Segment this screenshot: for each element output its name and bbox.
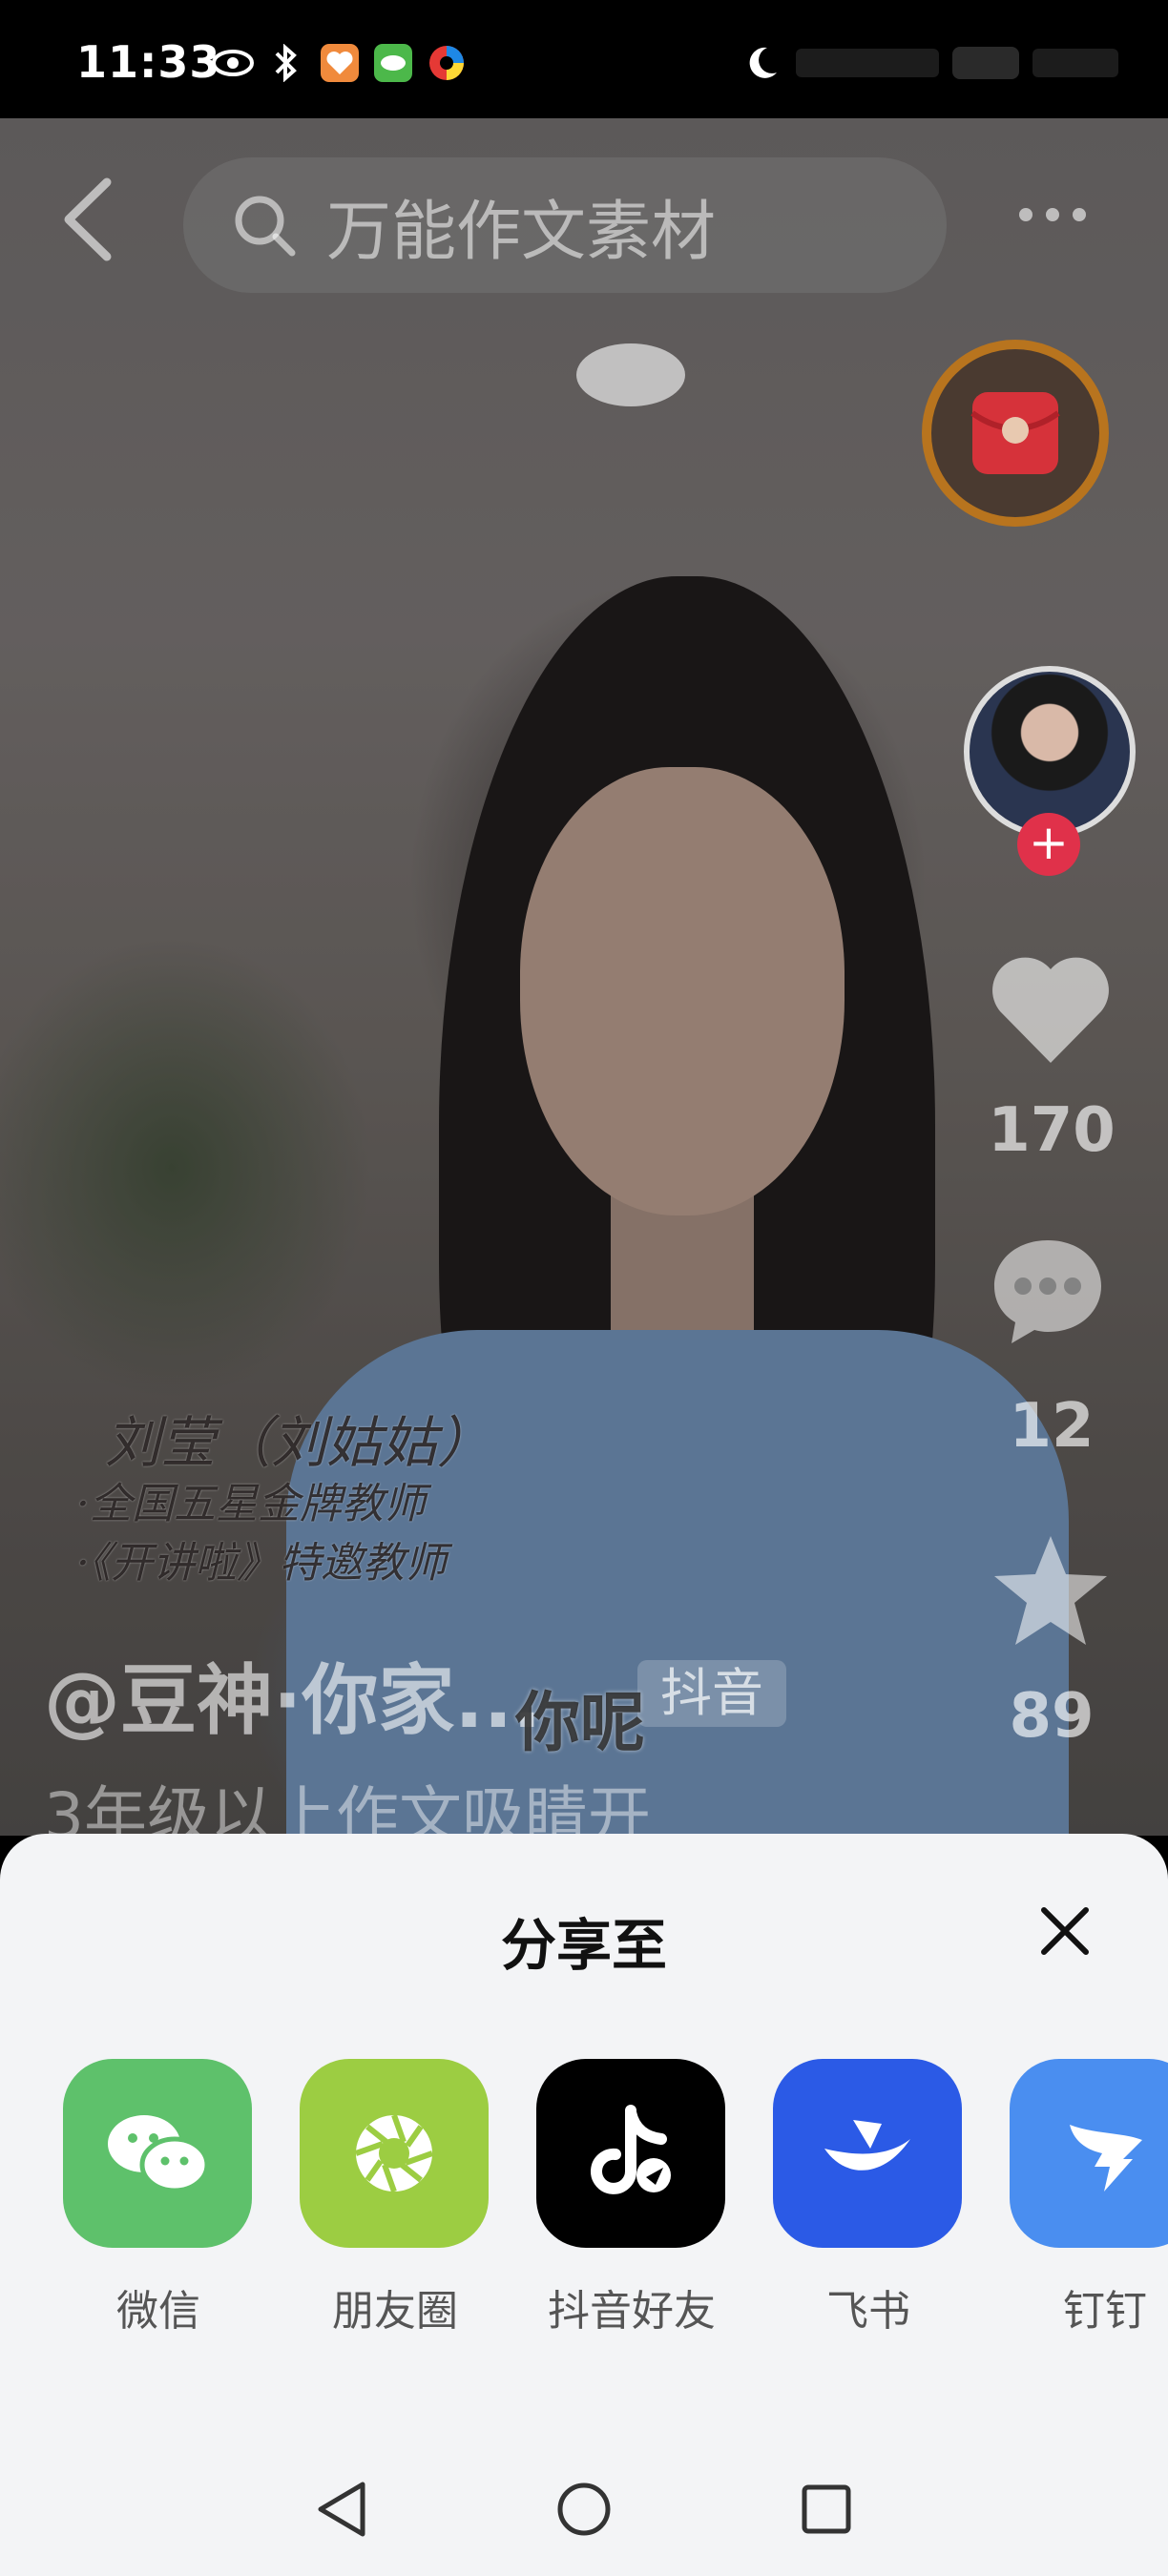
share-label: 微信 — [116, 2287, 200, 2336]
nav-back-button[interactable] — [303, 2471, 380, 2547]
square-recents-icon — [802, 2484, 851, 2534]
health-app-icon — [319, 42, 361, 84]
status-time: 11:33 — [76, 36, 221, 88]
share-target-feishu[interactable]: 飞书 — [773, 2059, 964, 2337]
more-dot-icon — [1046, 208, 1059, 221]
follow-plus-button[interactable]: + — [1017, 813, 1080, 876]
video-subtitle: 你呢 — [515, 1686, 646, 1761]
search-placeholder: 万能作文素材 — [326, 194, 717, 270]
feishu-icon — [773, 2059, 962, 2248]
more-dot-icon — [1073, 208, 1086, 221]
video-overlay-line: ·《开讲啦》特邀教师 — [76, 1539, 447, 1588]
share-target-dingtalk[interactable]: 钉钉 — [1010, 2059, 1168, 2337]
red-packet-button[interactable] — [922, 340, 1109, 527]
share-sheet-title: 分享至 — [500, 1913, 667, 1978]
moments-icon — [300, 2059, 489, 2248]
nav-home-button[interactable] — [546, 2471, 622, 2547]
status-icons-left — [212, 42, 468, 84]
back-button[interactable] — [59, 177, 116, 262]
favorite-count: 89 — [1009, 1681, 1095, 1752]
video-overlay-line: ·全国五星金牌教师 — [76, 1480, 426, 1528]
status-bar: 11:33 — [0, 0, 1168, 118]
dingtalk-icon — [1010, 2059, 1168, 2248]
more-options-button[interactable] — [1019, 196, 1105, 234]
comment-count: 12 — [1009, 1391, 1095, 1462]
star-icon — [994, 1535, 1107, 1645]
douyin-watermark: 抖音 — [637, 1660, 786, 1727]
close-button[interactable] — [1036, 1902, 1094, 1960]
circle-home-icon — [557, 2483, 611, 2536]
cloud-app-icon — [372, 42, 414, 84]
moon-icon — [740, 42, 782, 84]
share-target-moments[interactable]: 朋友圈 — [300, 2059, 490, 2337]
more-dot-icon — [1019, 208, 1032, 221]
colorful-app-icon — [426, 42, 468, 84]
status-icons-right — [740, 42, 1139, 84]
red-envelope-icon — [970, 392, 1060, 474]
share-label: 飞书 — [826, 2287, 910, 2336]
search-input[interactable]: 万能作文素材 — [183, 157, 947, 293]
pill-indicator — [576, 343, 685, 406]
comment-bubble-icon — [994, 1240, 1101, 1343]
comment-button[interactable] — [989, 1231, 1107, 1349]
signal-battery-indicators — [796, 44, 1139, 82]
eye-icon — [212, 42, 254, 84]
share-target-wechat[interactable]: 微信 — [63, 2059, 254, 2337]
share-label: 钉钉 — [1063, 2287, 1147, 2336]
share-label: 朋友圈 — [332, 2287, 458, 2336]
like-button[interactable] — [989, 954, 1113, 1069]
author-avatar[interactable] — [964, 666, 1136, 838]
nav-recents-button[interactable] — [788, 2471, 865, 2547]
share-label: 抖音好友 — [548, 2287, 716, 2336]
heart-icon — [992, 957, 1109, 1063]
search-icon — [231, 192, 298, 259]
like-count: 170 — [988, 1095, 1116, 1166]
close-icon — [1041, 1907, 1089, 1955]
author-name[interactable]: @豆神·你家... — [44, 1639, 542, 1750]
triangle-back-icon — [318, 2482, 365, 2537]
share-target-douyin[interactable]: 抖音好友 — [536, 2059, 727, 2337]
wechat-icon — [63, 2059, 252, 2248]
favorite-button[interactable] — [989, 1531, 1113, 1651]
douyin-icon — [536, 2059, 725, 2248]
bluetooth-icon — [265, 42, 307, 84]
system-navigation-bar — [0, 2442, 1168, 2576]
video-overlay-name: 刘莹（刘姑姑） — [105, 1410, 493, 1475]
